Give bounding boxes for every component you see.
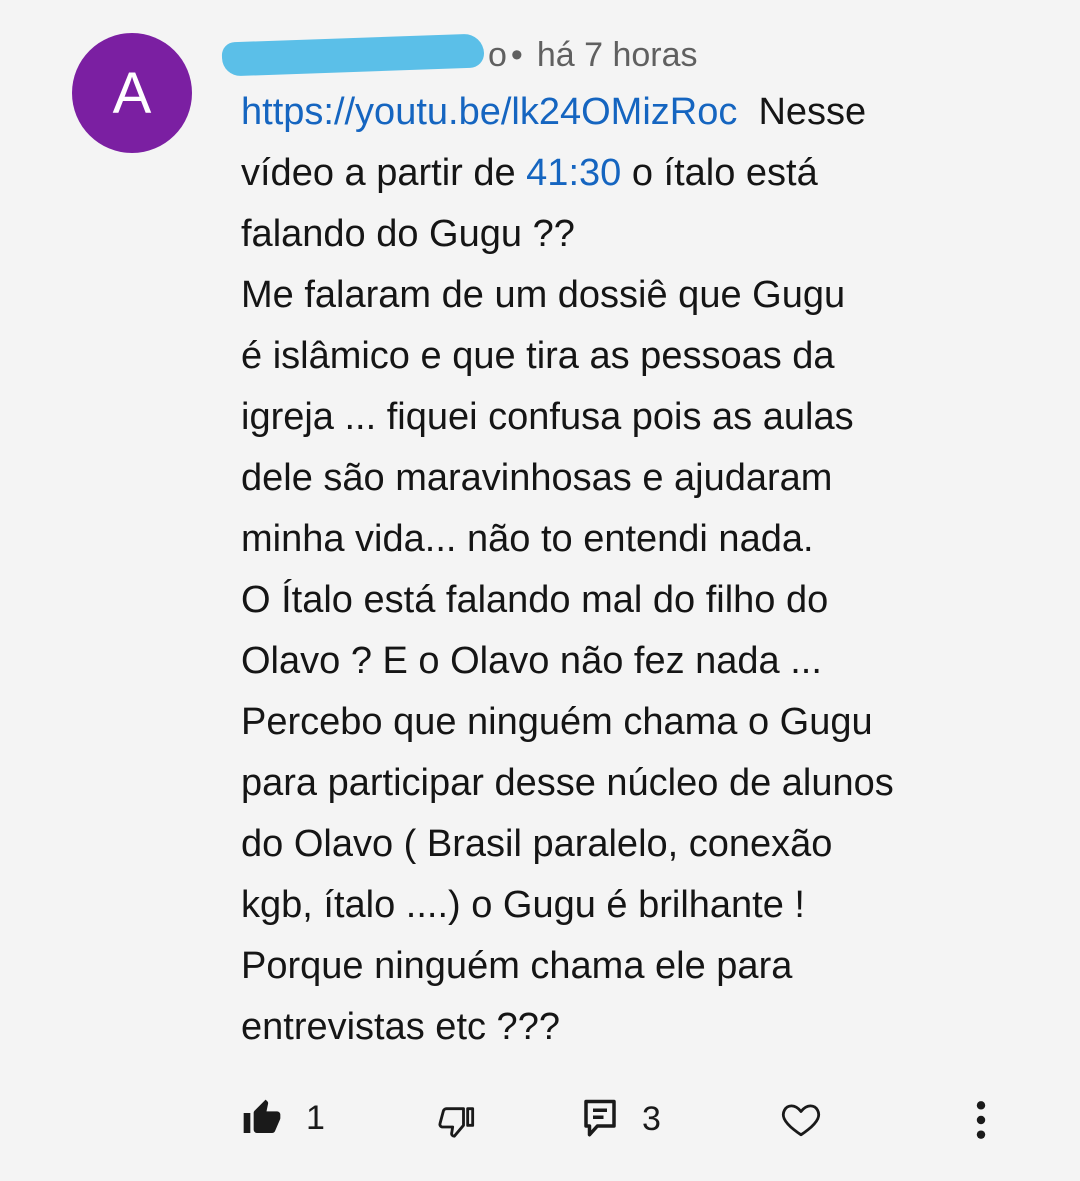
author-name[interactable]: o: [488, 36, 507, 75]
reply-count: 3: [642, 1099, 661, 1138]
redaction-mark: [221, 33, 485, 77]
avatar-letter: A: [112, 60, 152, 126]
header-separator: •: [510, 35, 523, 74]
comment-time[interactable]: há 7 horas: [537, 36, 698, 75]
reply-comment-icon: [582, 1098, 618, 1140]
like-count: 1: [306, 1098, 325, 1137]
comment-text-2: o ítalo está falando do Gugu ?? Me falar…: [241, 152, 894, 1048]
comment-header: o • há 7 horas: [221, 30, 698, 80]
video-link[interactable]: https://youtu.be/lk24OMizRoc: [241, 91, 737, 133]
heart-button[interactable]: [779, 1098, 823, 1140]
avatar[interactable]: A: [72, 33, 192, 153]
dislike-button[interactable]: [436, 1102, 476, 1142]
heart-icon: [779, 1098, 823, 1140]
more-vertical-icon: [970, 1098, 992, 1142]
comment-actions: 1 3: [0, 1090, 1080, 1154]
reply-button[interactable]: 3: [582, 1098, 661, 1140]
like-button[interactable]: 1: [242, 1098, 325, 1138]
more-options-button[interactable]: [970, 1098, 992, 1142]
timestamp-link[interactable]: 41:30: [526, 152, 621, 194]
thumb-up-filled-icon: [242, 1098, 282, 1138]
comment-body: https://youtu.be/lk24OMizRoc Nesse vídeo…: [241, 82, 1001, 1058]
thumb-down-icon: [436, 1102, 476, 1142]
